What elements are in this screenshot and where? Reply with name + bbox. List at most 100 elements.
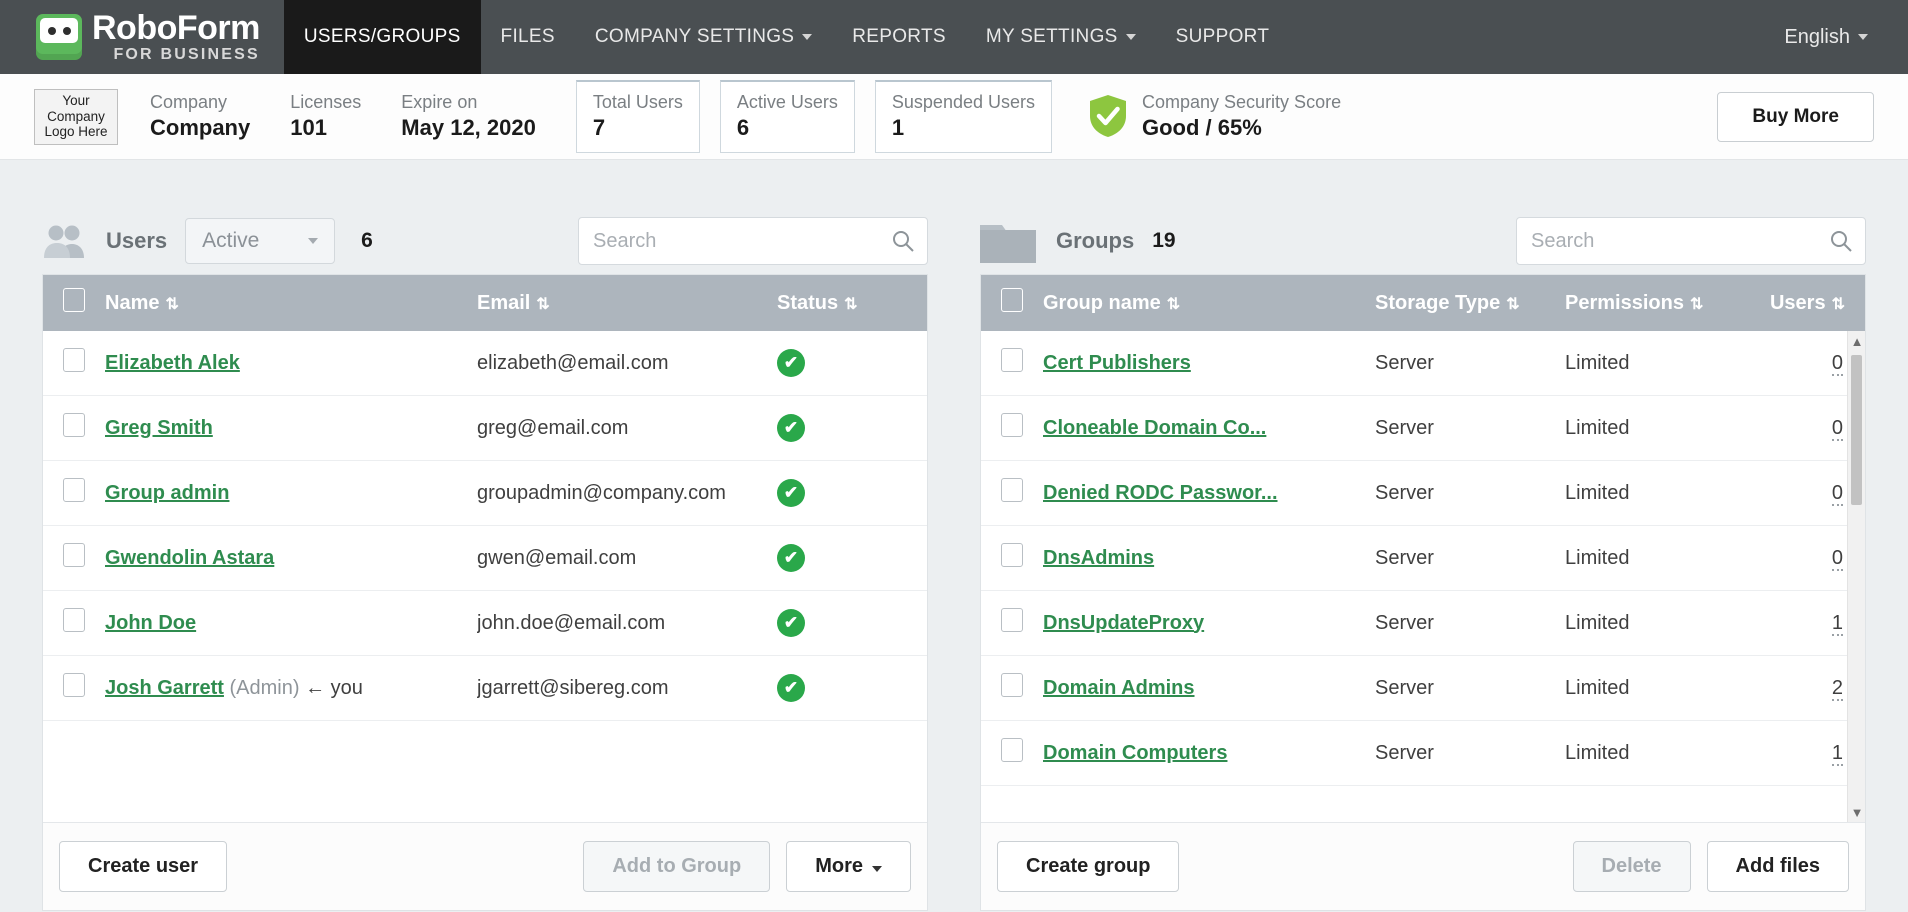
groups-select-all-cell[interactable] xyxy=(981,275,1043,331)
users-table-container: Name⇅ Email⇅ Status⇅ Elizabeth Alek xyxy=(42,274,928,911)
row-select-cell[interactable] xyxy=(981,331,1043,396)
delete-group-button[interactable]: Delete xyxy=(1573,841,1691,892)
table-row[interactable]: Denied RODC Passwor... Server Limited 0 xyxy=(981,461,1865,526)
users-select-all-cell[interactable] xyxy=(43,275,105,331)
users-col-email[interactable]: Email⇅ xyxy=(477,275,777,331)
nav-item-my-settings[interactable]: MY SETTINGS xyxy=(966,0,1156,74)
user-name-link[interactable]: Gwendolin Astara xyxy=(105,547,274,569)
users-col-status[interactable]: Status⇅ xyxy=(777,275,927,331)
table-row[interactable]: Domain Admins Server Limited 2 xyxy=(981,656,1865,721)
groups-select-all-checkbox[interactable] xyxy=(1001,288,1023,312)
group-name-link[interactable]: Domain Computers xyxy=(1043,742,1227,764)
nav-item-company-settings[interactable]: COMPANY SETTINGS xyxy=(575,0,832,74)
buy-more-button[interactable]: Buy More xyxy=(1717,92,1874,142)
row-checkbox[interactable] xyxy=(1001,543,1023,567)
group-name-link[interactable]: Domain Admins xyxy=(1043,677,1195,699)
scroll-down-icon[interactable]: ▼ xyxy=(1848,802,1865,822)
users-search-input[interactable] xyxy=(578,217,928,265)
user-name-cell: Elizabeth Alek xyxy=(105,331,477,396)
row-checkbox[interactable] xyxy=(63,608,85,632)
nav-item-files[interactable]: FILES xyxy=(481,0,575,74)
row-checkbox[interactable] xyxy=(1001,673,1023,697)
row-select-cell[interactable] xyxy=(43,591,105,656)
row-select-cell[interactable] xyxy=(981,461,1043,526)
language-selector[interactable]: English xyxy=(1784,0,1908,74)
scroll-up-icon[interactable]: ▲ xyxy=(1848,331,1865,351)
user-name-link[interactable]: Greg Smith xyxy=(105,417,213,439)
table-row[interactable]: Cert Publishers Server Limited 0 xyxy=(981,331,1865,396)
add-files-button[interactable]: Add files xyxy=(1707,841,1849,892)
create-user-button[interactable]: Create user xyxy=(59,841,227,892)
row-checkbox[interactable] xyxy=(63,348,85,372)
suspended-users-box[interactable]: Suspended Users 1 xyxy=(875,80,1052,154)
row-checkbox[interactable] xyxy=(1001,608,1023,632)
user-status-cell: ✔ xyxy=(777,591,927,656)
add-to-group-button[interactable]: Add to Group xyxy=(583,841,770,892)
table-row[interactable]: Cloneable Domain Co... Server Limited 0 xyxy=(981,396,1865,461)
table-row[interactable]: Elizabeth Alek elizabeth@email.com ✔ xyxy=(43,331,927,396)
group-name-link[interactable]: DnsUpdateProxy xyxy=(1043,612,1204,634)
table-row[interactable]: Greg Smith greg@email.com ✔ xyxy=(43,396,927,461)
user-name-link[interactable]: Group admin xyxy=(105,482,229,504)
row-select-cell[interactable] xyxy=(43,526,105,591)
row-checkbox[interactable] xyxy=(63,543,85,567)
user-name-link[interactable]: Elizabeth Alek xyxy=(105,352,240,374)
total-users-box[interactable]: Total Users 7 xyxy=(576,80,700,154)
groups-col-permissions[interactable]: Permissions⇅ xyxy=(1565,275,1745,331)
nav-label: USERS/GROUPS xyxy=(304,26,461,48)
sort-icon: ⇅ xyxy=(536,296,547,313)
users-select-all-checkbox[interactable] xyxy=(63,288,85,312)
row-select-cell[interactable] xyxy=(43,656,105,721)
row-checkbox[interactable] xyxy=(63,673,85,697)
more-button[interactable]: More xyxy=(786,841,911,892)
row-select-cell[interactable] xyxy=(43,331,105,396)
status-badge: ✔ xyxy=(777,479,805,507)
group-storage-cell: Server xyxy=(1375,591,1565,656)
table-row[interactable]: Group admin groupadmin@company.com ✔ xyxy=(43,461,927,526)
row-select-cell[interactable] xyxy=(981,591,1043,656)
groups-search-input[interactable] xyxy=(1516,217,1866,265)
create-group-button[interactable]: Create group xyxy=(997,841,1179,892)
group-users-value: 0 xyxy=(1832,547,1843,571)
nav-item-support[interactable]: SUPPORT xyxy=(1156,0,1290,74)
group-name-link[interactable]: Cloneable Domain Co... xyxy=(1043,417,1266,439)
groups-col-users[interactable]: Users⇅ xyxy=(1745,275,1865,331)
table-row[interactable]: John Doe john.doe@email.com ✔ xyxy=(43,591,927,656)
groups-col-storage[interactable]: Storage Type⇅ xyxy=(1375,275,1565,331)
row-select-cell[interactable] xyxy=(981,526,1043,591)
group-name-link[interactable]: Denied RODC Passwor... xyxy=(1043,482,1278,504)
nav-item-reports[interactable]: REPORTS xyxy=(832,0,966,74)
user-name-link[interactable]: John Doe xyxy=(105,612,196,634)
user-name-link[interactable]: Josh Garrett xyxy=(105,677,224,699)
table-row[interactable]: Gwendolin Astara gwen@email.com ✔ xyxy=(43,526,927,591)
company-logo-placeholder[interactable]: Your Company Logo Here xyxy=(34,89,118,145)
active-users-box[interactable]: Active Users 6 xyxy=(720,80,855,154)
table-row[interactable]: DnsUpdateProxy Server Limited 1 xyxy=(981,591,1865,656)
row-checkbox[interactable] xyxy=(1001,738,1023,762)
group-name-cell: Cert Publishers xyxy=(1043,331,1375,396)
groups-col-name[interactable]: Group name⇅ xyxy=(1043,275,1375,331)
row-select-cell[interactable] xyxy=(981,396,1043,461)
scrollbar-thumb[interactable] xyxy=(1851,355,1862,505)
nav-item-users-groups[interactable]: USERS/GROUPS xyxy=(284,0,481,74)
row-select-cell[interactable] xyxy=(981,656,1043,721)
row-checkbox[interactable] xyxy=(1001,413,1023,437)
row-checkbox[interactable] xyxy=(63,478,85,502)
table-row[interactable]: Domain Computers Server Limited 1 xyxy=(981,721,1865,786)
brand-logo[interactable]: RoboForm FOR BUSINESS xyxy=(0,0,284,74)
row-select-cell[interactable] xyxy=(43,461,105,526)
table-row[interactable]: DnsAdmins Server Limited 0 xyxy=(981,526,1865,591)
row-select-cell[interactable] xyxy=(43,396,105,461)
group-name-cell: Cloneable Domain Co... xyxy=(1043,396,1375,461)
groups-scrollbar[interactable]: ▲ ▼ xyxy=(1847,331,1865,822)
row-checkbox[interactable] xyxy=(1001,478,1023,502)
users-col-name[interactable]: Name⇅ xyxy=(105,275,477,331)
group-name-link[interactable]: Cert Publishers xyxy=(1043,352,1191,374)
row-select-cell[interactable] xyxy=(981,721,1043,786)
users-status-filter[interactable]: Active xyxy=(185,218,335,264)
row-checkbox[interactable] xyxy=(1001,348,1023,372)
row-checkbox[interactable] xyxy=(63,413,85,437)
table-row[interactable]: Josh Garrett (Admin) ← you jgarrett@sibe… xyxy=(43,656,927,721)
group-name-link[interactable]: DnsAdmins xyxy=(1043,547,1154,569)
users-count: 6 xyxy=(361,229,373,253)
